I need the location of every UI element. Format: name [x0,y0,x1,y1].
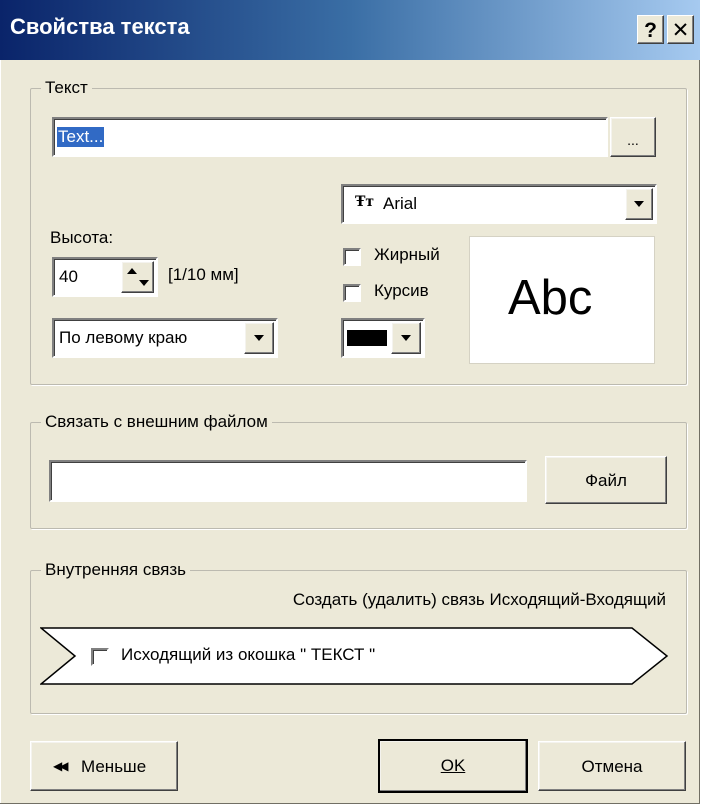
internal-link-caption: Создать (удалить) связь Исходящий-Входящ… [292,590,666,609]
browse-text-label: ... [627,132,639,148]
close-button[interactable]: ✕ [667,15,694,44]
text-group-legend: Текст [45,78,88,97]
external-file-group-legend: Связать с внешним файлом [45,412,268,431]
italic-label: Курсив [374,281,429,300]
alignment-dropdown-button[interactable] [244,322,274,354]
chevron-down-icon [254,335,264,341]
alignment-select-value: По левому краю [59,328,188,347]
cancel-label: Отмена [581,757,643,776]
height-unit-label: [1/10 мм] [168,265,239,284]
browse-text-button[interactable]: ... [610,117,656,157]
help-button[interactable]: ? [637,15,664,44]
cancel-button[interactable]: Отмена [538,741,686,791]
truetype-font-icon: Ŧт [355,194,375,210]
alignment-select[interactable]: По левому краю [52,318,278,358]
file-path-input[interactable] [49,460,527,502]
color-picker[interactable] [341,318,425,358]
italic-checkbox[interactable] [343,284,361,302]
font-select[interactable]: Ŧт Arial [341,184,657,224]
chevron-down-icon [634,201,644,207]
font-select-dropdown-button[interactable] [625,188,653,220]
bold-checkbox[interactable] [343,248,361,266]
double-chevron-left-icon: ◀◀ [53,759,69,773]
dialog-title: Свойства текста [10,14,190,39]
height-spin-input[interactable]: 40 [52,257,158,297]
color-dropdown-button[interactable] [391,322,421,354]
spin-down-icon [139,280,149,286]
outgoing-label: Исходящий из окошка " ТЕКСТ " [121,645,376,664]
file-browse-label: Файл [585,471,627,490]
ok-label: OK [440,756,466,775]
spin-up-icon [127,268,137,274]
chevron-down-icon [401,335,411,341]
height-value: 40 [59,267,78,286]
file-browse-button[interactable]: Файл [545,456,667,504]
title-bar[interactable]: Свойства текста ? ✕ [0,0,700,60]
text-properties-dialog: Свойства текста ? ✕ Текст Text... ... Ŧт… [0,0,700,804]
font-select-value: Arial [383,194,418,213]
height-spin-buttons[interactable] [121,261,154,293]
less-label: Меньше [81,757,147,776]
ok-button[interactable]: OK [378,739,528,793]
bold-label: Жирный [374,245,440,264]
text-input[interactable]: Text... [52,117,608,157]
height-label: Высота: [50,228,114,247]
text-input-value: Text... [57,127,105,147]
outgoing-checkbox[interactable] [91,648,109,666]
close-icon: ✕ [671,19,690,42]
internal-link-group-legend: Внутренняя связь [45,560,187,579]
less-button[interactable]: ◀◀ Меньше [30,741,178,791]
color-swatch [347,330,387,346]
help-icon: ? [644,19,657,42]
font-preview: Abc [469,236,655,364]
font-preview-text: Abc [508,271,593,325]
